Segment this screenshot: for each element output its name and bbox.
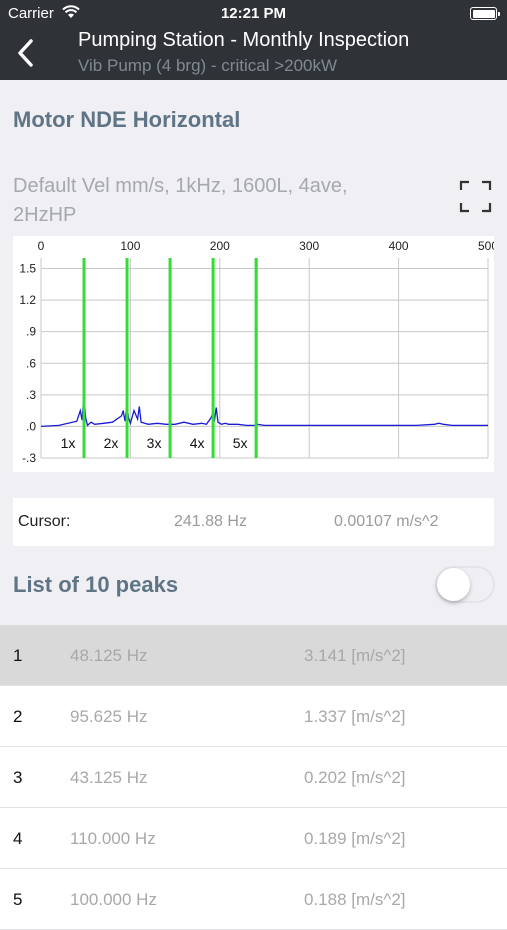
x-tick-label: 300	[299, 239, 319, 253]
x-tick-label: 100	[120, 239, 140, 253]
peak-value: 0.188 [m/s^2]	[304, 890, 406, 909]
peak-index: 3	[13, 768, 23, 787]
y-tick-label: .0	[26, 419, 36, 433]
expand-chart-button[interactable]	[459, 180, 492, 213]
y-tick-label: .6	[26, 356, 36, 370]
measurement-location: Motor NDE Horizontal	[13, 107, 241, 132]
peak-value: 0.202 [m/s^2]	[304, 768, 406, 787]
y-tick-label: .9	[26, 325, 36, 339]
peak-frequency: 43.125 Hz	[70, 768, 148, 787]
y-tick-label: .3	[26, 388, 36, 402]
peak-index: 1	[13, 646, 23, 665]
list-item[interactable]: 1 48.125 Hz 3.141 [m/s^2]	[0, 625, 507, 686]
nav-bar: Carrier 12:21 PM Pumping Station - Month…	[0, 0, 507, 80]
chevron-left-icon	[18, 39, 33, 67]
peaks-list: 1 48.125 Hz 3.141 [m/s^2] 2 95.625 Hz 1.…	[0, 625, 507, 930]
peak-frequency: 100.000 Hz	[70, 890, 157, 909]
peak-index: 2	[13, 707, 23, 726]
y-tick-label: 1.5	[19, 262, 36, 276]
harmonic-label: 3x	[147, 435, 162, 451]
peak-frequency: 110.000 Hz	[70, 829, 156, 848]
x-tick-label: 400	[389, 239, 409, 253]
spectrum-line	[40, 394, 488, 428]
peak-value: 0.189 [m/s^2]	[304, 829, 406, 848]
peak-frequency: 48.125 Hz	[70, 646, 148, 665]
list-item[interactable]: 2 95.625 Hz 1.337 [m/s^2]	[0, 686, 507, 747]
y-tick-label: 1.2	[19, 293, 36, 307]
peak-index: 4	[13, 829, 23, 848]
clock: 12:21 PM	[220, 5, 287, 22]
harmonic-label: 5x	[233, 435, 248, 451]
page-title: Pumping Station - Monthly Inspection	[78, 29, 410, 51]
peaks-title: List of 10 peaks	[13, 572, 179, 597]
x-tick-label: 200	[210, 239, 230, 253]
cursor-frequency: 241.88 Hz	[174, 513, 247, 530]
harmonic-label: 1x	[61, 435, 76, 451]
cursor-label: Cursor:	[18, 513, 71, 530]
toggle-knob	[437, 568, 470, 601]
y-tick-label: -.3	[22, 451, 36, 465]
back-button[interactable]	[12, 36, 38, 70]
page-subtitle: Vib Pump (4 brg) - critical >200kW	[78, 56, 338, 75]
expand-corners-icon	[459, 180, 492, 213]
x-tick-label: 500	[478, 239, 494, 253]
cursor-value: 0.00107 m/s^2	[334, 513, 439, 530]
harmonic-label: 4x	[190, 435, 205, 451]
spectrum-chart-svg: 0 100 200 300 400 500 1.5 1.2 .9 .6 .3 .0 -.3 1x 2x 3x 4…	[19, 239, 498, 465]
x-tick-label: 0	[38, 239, 45, 253]
cursor-readout: Cursor: 241.88 Hz 0.00107 m/s^2	[13, 498, 494, 546]
measurement-settings: Default Vel mm/s, 1kHz, 1600L, 4ave, 2Hz…	[13, 175, 348, 226]
harmonic-label: 2x	[104, 435, 119, 451]
peak-index: 5	[13, 890, 23, 909]
peak-value: 3.141 [m/s^2]	[304, 646, 406, 665]
peak-frequency: 95.625 Hz	[70, 707, 148, 726]
battery-icon	[470, 7, 500, 20]
list-item[interactable]: 3 43.125 Hz 0.202 [m/s^2]	[0, 747, 507, 808]
spectrum-chart[interactable]: 0 100 200 300 400 500 1.5 1.2 .9 .6 .3 .0 -.3 1x 2x 3x 4…	[13, 236, 498, 472]
peaks-toggle[interactable]	[435, 566, 495, 603]
list-item[interactable]: 4 110.000 Hz 0.189 [m/s^2]	[0, 808, 507, 869]
status-bar: Carrier 12:21 PM	[0, 0, 507, 28]
peak-value: 1.337 [m/s^2]	[304, 707, 406, 726]
